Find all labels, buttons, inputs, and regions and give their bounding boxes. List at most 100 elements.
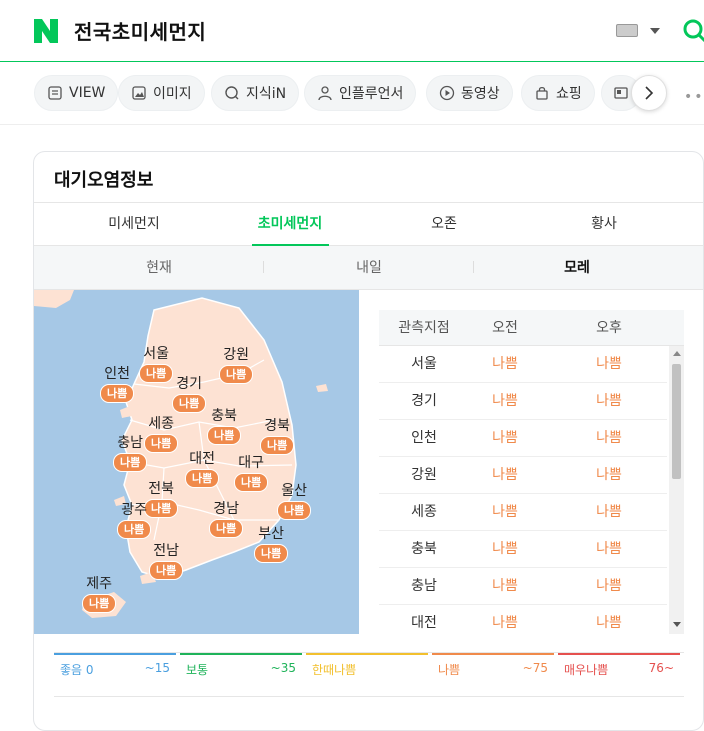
map-pin-gyeonggi[interactable]: 경기 나쁨	[172, 376, 207, 413]
region-name: 충남	[117, 435, 143, 451]
region-name: 경남	[213, 501, 239, 517]
region-name: 세종	[148, 416, 174, 432]
map-pin-sejong[interactable]: 세종 나쁨	[144, 416, 179, 453]
map-pin-gangwon[interactable]: 강원 나쁨	[219, 347, 254, 384]
row-region: 경기	[411, 393, 437, 409]
tab-day-after-tomorrow[interactable]: 모레	[547, 246, 607, 290]
map-pin-chungnam[interactable]: 충남 나쁨	[113, 435, 148, 472]
map-pin-busan[interactable]: 부산 나쁨	[254, 526, 289, 563]
tab-kin[interactable]: 지식iN	[211, 75, 300, 111]
tab-video[interactable]: 동영상	[426, 75, 513, 111]
table-row: 강원 나쁨 나쁨	[379, 457, 667, 494]
tab-image[interactable]: 이미지	[118, 75, 205, 111]
card-title: 대기오염정보	[54, 170, 154, 191]
legend-range: ~15	[144, 661, 170, 675]
tabs-next-button[interactable]	[631, 75, 667, 111]
more-icon[interactable]: •••	[684, 89, 704, 105]
grade-badge: 나쁨	[219, 365, 254, 384]
keyboard-icon[interactable]	[616, 24, 638, 37]
page-title: 전국초미세먼지	[74, 20, 207, 44]
grade-badge: 나쁨	[277, 501, 312, 520]
tab-ultrafine-dust[interactable]: 초미세먼지	[249, 203, 331, 246]
table-row: 인천 나쁨 나쁨	[379, 420, 667, 457]
grade-badge: 나쁨	[207, 426, 242, 445]
map-pin-chungbuk[interactable]: 충북 나쁨	[207, 408, 242, 445]
tab-influencer[interactable]: 인플루언서	[304, 75, 417, 111]
row-am: 나쁨	[492, 467, 518, 483]
legend-label: 매우나쁨	[564, 663, 609, 677]
scroll-thumb[interactable]	[672, 364, 681, 479]
row-pm: 나쁨	[596, 393, 622, 409]
region-name: 서울	[143, 346, 169, 362]
legend-very-bad: 매우나쁨 76~	[558, 653, 680, 679]
region-name: 울산	[281, 483, 307, 499]
chevron-down-icon[interactable]	[650, 28, 660, 34]
tab-label: 쇼핑	[556, 86, 582, 102]
tab-shopping[interactable]: 쇼핑	[521, 75, 595, 111]
row-pm: 나쁨	[596, 541, 622, 557]
grade-badge: 나쁨	[149, 561, 184, 580]
row-am: 나쁨	[492, 356, 518, 372]
table-row: 충남 나쁨 나쁨	[379, 568, 667, 605]
tab-view[interactable]: VIEW	[34, 75, 119, 111]
table-row: 충북 나쁨 나쁨	[379, 531, 667, 568]
map-pin-daegu[interactable]: 대구 나쁨	[234, 455, 269, 492]
tab-label: 동영상	[461, 86, 500, 102]
map-pin-seoul[interactable]: 서울 나쁨	[139, 346, 174, 383]
legend-range: ~75	[522, 661, 548, 675]
legend-normal: 보통 ~35	[180, 653, 302, 679]
tab-label: 지식iN	[246, 86, 287, 102]
region-name: 경기	[176, 376, 202, 392]
region-name: 전남	[153, 543, 179, 559]
map-pin-ulsan[interactable]: 울산 나쁨	[277, 483, 312, 520]
scroll-up-icon[interactable]	[673, 351, 681, 356]
divider	[263, 261, 264, 273]
row-am: 나쁨	[492, 541, 518, 557]
divider	[473, 261, 474, 273]
col-am: 오전	[492, 320, 518, 336]
row-region: 강원	[411, 467, 437, 483]
map-pin-gwangju[interactable]: 광주 나쁨	[117, 502, 152, 539]
kin-icon	[225, 86, 239, 100]
tab-today[interactable]: 현재	[129, 246, 189, 290]
legend-good: 좋음 0 ~15	[54, 653, 176, 679]
row-pm: 나쁨	[596, 578, 622, 594]
grade-badge: 나쁨	[113, 453, 148, 472]
map-pin-jeju[interactable]: 제주 나쁨	[82, 576, 117, 613]
row-region: 충남	[411, 578, 437, 594]
row-region: 대전	[411, 615, 437, 631]
row-region: 인천	[411, 430, 437, 446]
tab-label: 인플루언서	[339, 86, 404, 102]
row-pm: 나쁨	[596, 615, 622, 631]
tab-yellow-dust[interactable]: 황사	[579, 203, 629, 246]
col-pm: 오후	[596, 320, 622, 336]
scroll-down-icon[interactable]	[673, 622, 681, 627]
naver-logo-icon[interactable]	[34, 19, 58, 43]
region-name: 경북	[264, 418, 290, 434]
tab-ozone[interactable]: 오존	[419, 203, 469, 246]
table-row: 경기 나쁨 나쁨	[379, 383, 667, 420]
row-pm: 나쁨	[596, 504, 622, 520]
region-name: 강원	[223, 347, 249, 363]
korea-map: 서울 나쁨 강원 나쁨 인천 나쁨 경기 나쁨 세종 나쁨 충북 나쁨 경북 나…	[34, 290, 359, 634]
map-pin-gyeongnam[interactable]: 경남 나쁨	[209, 501, 244, 538]
map-pin-jeonnam[interactable]: 전남 나쁨	[149, 543, 184, 580]
region-name: 전북	[148, 481, 174, 497]
tab-fine-dust[interactable]: 미세먼지	[94, 203, 174, 246]
grade-badge: 나쁨	[254, 544, 289, 563]
legend-range: 76~	[648, 661, 674, 675]
map-pin-gyeongbuk[interactable]: 경북 나쁨	[260, 418, 295, 455]
map-pin-incheon[interactable]: 인천 나쁨	[100, 366, 135, 403]
region-name: 인천	[104, 366, 130, 382]
divider	[54, 696, 684, 697]
day-tabs: 현재 내일 모레	[34, 246, 703, 290]
pollutant-tabs: 미세먼지 초미세먼지 오존 황사	[34, 202, 703, 246]
grade-badge: 나쁨	[260, 436, 295, 455]
tab-tomorrow[interactable]: 내일	[339, 246, 399, 290]
station-table: 관측지점 오전 오후 서울 나쁨 나쁨 경기 나쁨 나쁨 인천 나쁨 나쁨 강원…	[379, 310, 684, 634]
map-pin-daejeon[interactable]: 대전 나쁨	[185, 451, 220, 488]
region-name: 대전	[189, 451, 215, 467]
table-row: 서울 나쁨 나쁨	[379, 346, 667, 383]
table-scrollbar[interactable]	[669, 346, 684, 634]
search-icon[interactable]	[682, 18, 704, 44]
